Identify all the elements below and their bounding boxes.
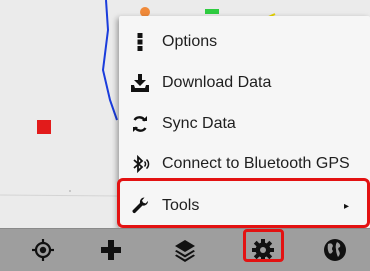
add-button[interactable] xyxy=(89,229,133,271)
map-feature-green xyxy=(205,9,219,14)
tools-highlight-box xyxy=(117,178,370,228)
layers-icon xyxy=(173,238,197,262)
crosshair-icon xyxy=(31,238,55,262)
download-icon xyxy=(130,73,150,93)
globe-icon xyxy=(322,237,348,263)
route-line xyxy=(101,0,118,121)
map-dot xyxy=(69,190,71,192)
menu-item-label: Download Data xyxy=(162,74,272,91)
map-boundary xyxy=(0,194,120,197)
settings-highlight-box xyxy=(243,229,284,262)
layers-button[interactable] xyxy=(163,229,207,271)
menu-item-options[interactable]: Options xyxy=(119,22,370,62)
more-vert-icon xyxy=(130,32,150,52)
menu-item-label: Options xyxy=(162,33,218,50)
map-marker-red[interactable] xyxy=(37,120,51,134)
menu-item-label: Connect to Bluetooth GPS xyxy=(162,155,350,172)
sync-icon xyxy=(130,114,150,134)
menu-item-sync-data[interactable]: Sync Data xyxy=(119,104,370,144)
bottom-toolbar xyxy=(0,228,370,271)
bluetooth-icon xyxy=(130,154,150,174)
my-location-button[interactable] xyxy=(21,229,65,271)
menu-item-download-data[interactable]: Download Data xyxy=(119,63,370,103)
menu-item-label: Sync Data xyxy=(162,115,236,132)
globe-button[interactable] xyxy=(313,229,357,271)
plus-icon xyxy=(99,238,123,262)
